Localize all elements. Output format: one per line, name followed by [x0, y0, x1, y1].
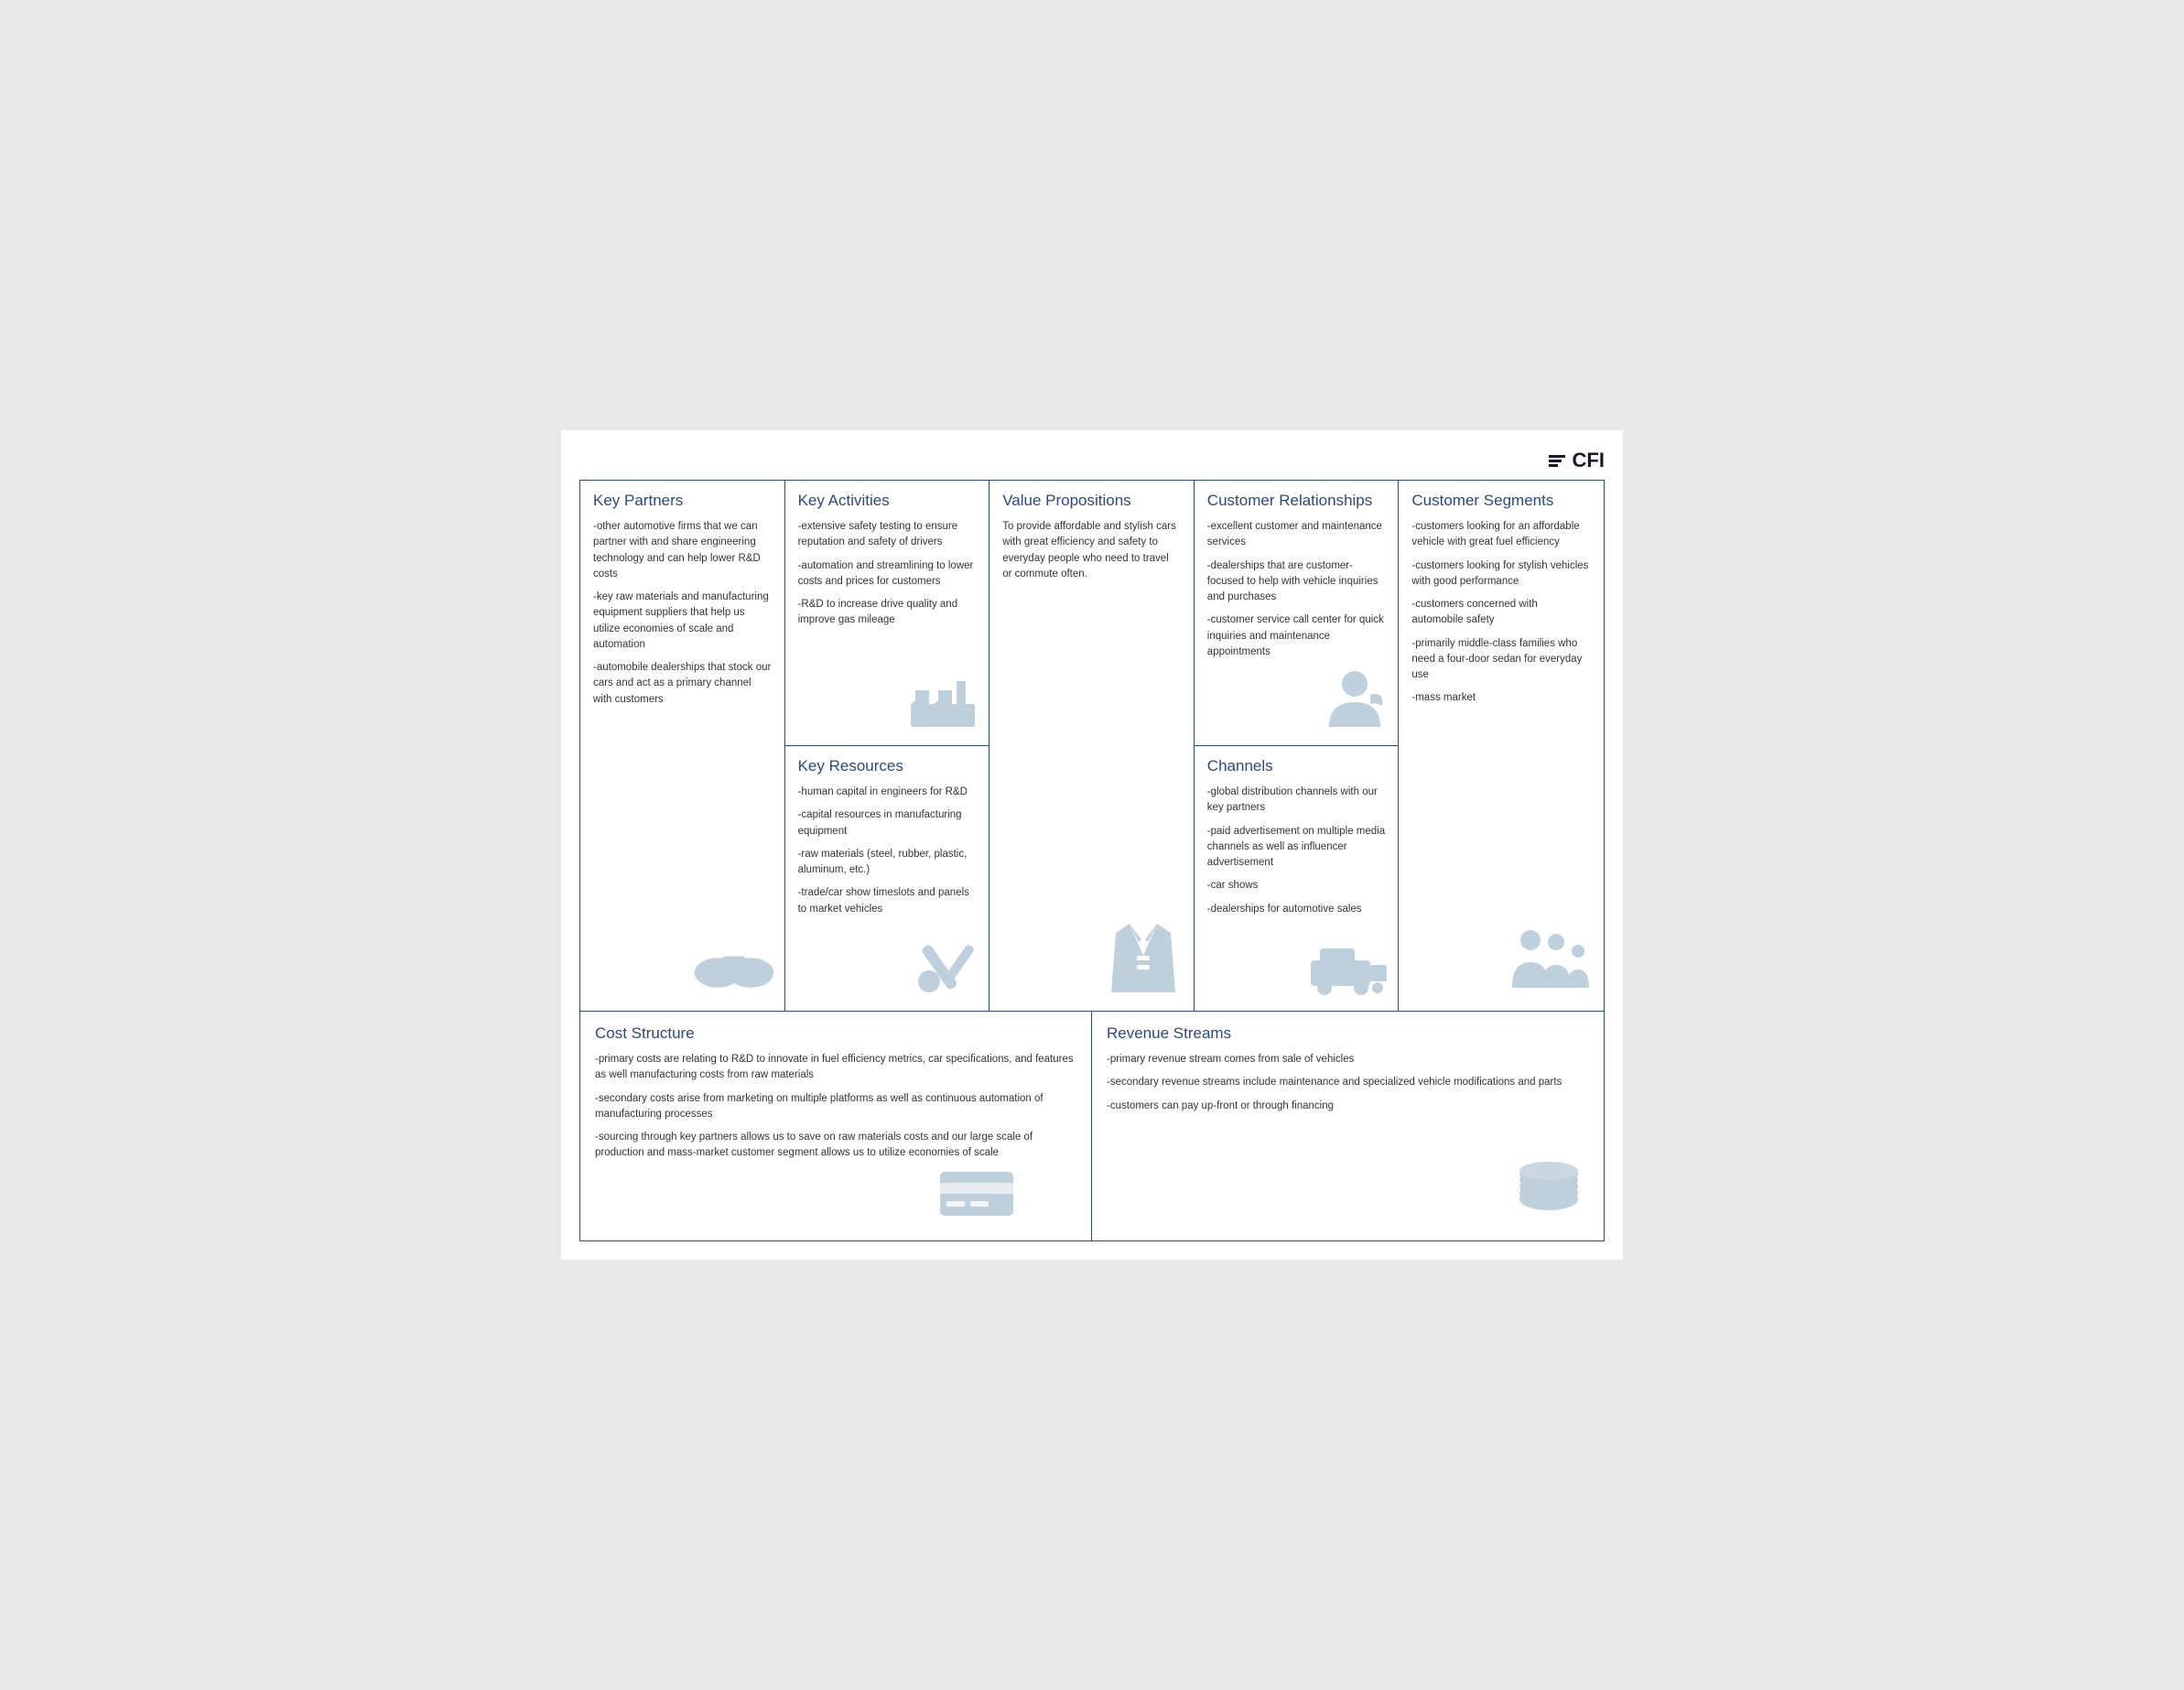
service-icon [1320, 667, 1389, 736]
value-propositions-cell: Value Propositions To provide affordable… [989, 481, 1195, 1011]
key-resources-cell: Key Resources -human capital in engineer… [785, 746, 989, 1011]
customer-relationships-cell: Customer Relationships -excellent custom… [1195, 481, 1399, 746]
logo-icon [1549, 455, 1565, 467]
key-partners-title: Key Partners [593, 492, 772, 510]
channels-cell: Channels -global distribution channels w… [1195, 746, 1399, 1011]
tools-icon [906, 937, 979, 1002]
page-wrapper: CFI Key Partners -other automotive firms… [561, 430, 1623, 1260]
family-icon [1503, 924, 1595, 1002]
business-model-canvas: Key Partners -other automotive firms tha… [579, 480, 1605, 1241]
key-resources-content: -human capital in engineers for R&D -cap… [798, 785, 977, 917]
cost-structure-content: -primary costs are relating to R&D to in… [595, 1052, 1076, 1162]
channels-content: -global distribution channels with our k… [1207, 785, 1386, 917]
key-resources-title: Key Resources [798, 757, 977, 775]
customer-relationships-title: Customer Relationships [1207, 492, 1386, 510]
customer-segments-title: Customer Segments [1411, 492, 1591, 510]
cost-icon [935, 1163, 1018, 1227]
coins-icon [1494, 1149, 1585, 1227]
channels-title: Channels [1207, 757, 1386, 775]
cust-rel-channels-col: Customer Relationships -excellent custom… [1195, 481, 1400, 1011]
handshake-icon [693, 928, 775, 997]
cost-structure-cell: Cost Structure -primary costs are relati… [580, 1012, 1092, 1240]
key-partners-cell: Key Partners -other automotive firms tha… [580, 481, 785, 1011]
key-partners-content: -other automotive firms that we can part… [593, 519, 772, 708]
revenue-streams-title: Revenue Streams [1107, 1024, 1589, 1043]
key-activities-title: Key Activities [798, 492, 977, 510]
revenue-streams-cell: Revenue Streams -primary revenue stream … [1092, 1012, 1604, 1240]
value-propositions-title: Value Propositions [1002, 492, 1181, 510]
factory-icon [906, 672, 979, 736]
logo: CFI [1549, 449, 1605, 472]
cost-structure-title: Cost Structure [595, 1024, 1076, 1043]
customer-segments-content: -customers looking for an affordable veh… [1411, 519, 1591, 707]
revenue-streams-content: -primary revenue stream comes from sale … [1107, 1052, 1589, 1114]
activities-resources-col: Key Activities -extensive safety testing… [785, 481, 990, 1011]
logo-area: CFI [579, 449, 1605, 472]
key-activities-cell: Key Activities -extensive safety testing… [785, 481, 989, 746]
value-propositions-content: To provide affordable and stylish cars w… [1002, 519, 1181, 582]
bottom-section: Cost Structure -primary costs are relati… [580, 1012, 1604, 1240]
key-activities-content: -extensive safety testing to ensure repu… [798, 519, 977, 629]
customer-relationships-content: -excellent customer and maintenance serv… [1207, 519, 1386, 660]
delivery-icon [1306, 937, 1389, 1002]
main-grid: Key Partners -other automotive firms tha… [580, 481, 1604, 1012]
suit-icon [1102, 915, 1184, 1002]
customer-segments-cell: Customer Segments -customers looking for… [1399, 481, 1604, 1011]
